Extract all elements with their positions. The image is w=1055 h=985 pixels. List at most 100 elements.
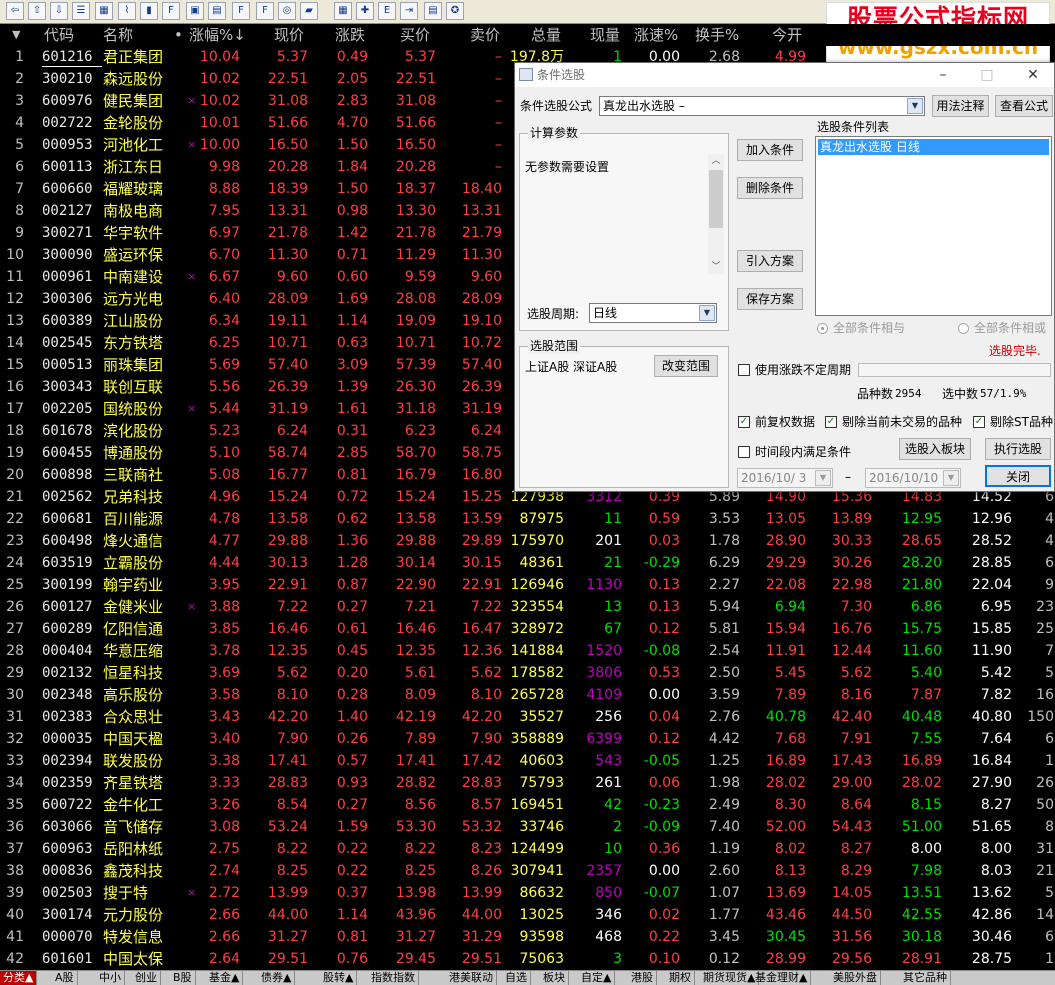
view-formula-button[interactable]: 查看公式 — [995, 95, 1053, 117]
table-row[interactable]: 34 002359 齐星铁塔 3.33 28.83 0.93 28.82 28.83 75793… — [0, 772, 1055, 794]
down-arrow-icon[interactable]: ⇩ — [50, 2, 68, 20]
table-row[interactable]: 36 603066 音飞储存 3.08 53.24 1.59 53.30 53.32 33746… — [0, 816, 1055, 838]
scroll-up-icon[interactable]: ︿ — [708, 154, 724, 168]
col-ask[interactable]: 卖价 — [470, 26, 500, 44]
chevron-down-icon[interactable]: ▼ — [699, 305, 715, 321]
doc-icon[interactable]: ▤ — [208, 2, 226, 20]
table-row[interactable]: 30 002348 高乐股份 3.58 8.10 0.28 8.09 8.10 265728 41… — [0, 684, 1055, 706]
table-icon[interactable]: ▦ — [334, 2, 352, 20]
params-scrollbar[interactable]: ︿ ﹀ — [708, 154, 724, 274]
condition-list[interactable]: 真龙出水选股 日线 — [815, 136, 1052, 316]
list-icon[interactable]: ☰ — [72, 2, 90, 20]
fig-icon[interactable]: ▣ — [186, 2, 204, 20]
table-row[interactable]: 29 002132 恒星科技 3.69 5.62 0.20 5.61 5.62 178582 38… — [0, 662, 1055, 684]
date-to-field[interactable]: 2016/10/10 ▼ — [865, 468, 961, 488]
usage-notes-button[interactable]: 用法注释 — [932, 95, 989, 117]
line-chart-icon[interactable]: ⌇ — [118, 2, 136, 20]
tab-17[interactable]: 美股外盘 — [830, 971, 881, 985]
tab-9[interactable]: 港美联动 — [446, 971, 497, 985]
table-row[interactable]: 37 600963 岳阳林纸 2.75 8.22 0.22 8.22 8.23 124499 10… — [0, 838, 1055, 860]
radio-or[interactable] — [958, 323, 969, 334]
col-name[interactable]: 名称 — [103, 26, 133, 44]
up-arrow-icon[interactable]: ⇧ — [28, 2, 46, 20]
tab-8[interactable]: 指数指数 — [368, 971, 419, 985]
col-volume[interactable]: 总量 — [531, 26, 561, 44]
tab-15[interactable]: 期货现货▲ — [700, 971, 760, 985]
tab-12[interactable]: 自定▲ — [578, 971, 616, 985]
grid-icon[interactable]: ▦ — [95, 2, 113, 20]
table-row[interactable]: 38 000836 鑫茂科技 2.74 8.25 0.22 8.25 8.26 307941 23… — [0, 860, 1055, 882]
table-row[interactable]: 24 603519 立霸股份 4.44 30.13 1.28 30.14 30.15 48361… — [0, 552, 1055, 574]
col-bid[interactable]: 买价 — [400, 26, 430, 44]
tab-14[interactable]: 期权 — [666, 971, 695, 985]
table-row[interactable]: 23 600498 烽火通信 4.77 29.88 1.36 29.88 29.89 17597… — [0, 530, 1055, 552]
col-open[interactable]: 今开 — [772, 26, 802, 44]
exclude-st-checkbox[interactable]: ✓ — [973, 416, 985, 428]
table-row[interactable]: 26 600127 金健米业 × 3.88 7.22 0.27 7.21 7.22 323554 1… — [0, 596, 1055, 618]
execute-button[interactable]: 执行选股 — [985, 438, 1051, 460]
col-turnover[interactable]: 换手% — [695, 26, 739, 44]
f10-icon[interactable]: F — [162, 2, 180, 20]
formula-select[interactable]: 真龙出水选股 – ▼ — [599, 96, 925, 116]
prev-rights-checkbox[interactable]: ✓ — [738, 416, 750, 428]
table-row[interactable]: 35 600722 金牛化工 3.26 8.54 0.27 8.56 8.57 169451 42… — [0, 794, 1055, 816]
kline-icon[interactable]: ▮ — [140, 2, 158, 20]
add-to-block-button[interactable]: 选股入板块 — [899, 438, 971, 460]
col-code[interactable]: 代码 — [44, 26, 74, 44]
table-row[interactable]: 27 600289 亿阳信通 3.85 16.46 0.61 16.46 16.47 32897… — [0, 618, 1055, 640]
dialog-titlebar[interactable]: 条件选股 – □ ✕ — [515, 63, 1054, 87]
circle-icon[interactable]: ◎ — [278, 2, 296, 20]
col-change[interactable]: 涨跌 — [335, 26, 365, 44]
close-button[interactable]: 关闭 — [985, 465, 1051, 487]
radio-and[interactable] — [817, 323, 828, 334]
scroll-down-icon[interactable]: ﹀ — [708, 260, 724, 274]
table-row[interactable]: 28 000404 华意压缩 3.78 12.35 0.45 12.35 12.36 14188… — [0, 640, 1055, 662]
tab-6[interactable]: 债券▲ — [258, 971, 296, 985]
tab-5[interactable]: 基金▲ — [206, 971, 244, 985]
table-row[interactable]: 42 601601 中国太保 2.64 29.51 0.76 29.45 29.51 75063… — [0, 948, 1055, 970]
folder-icon[interactable]: ▰ — [300, 2, 318, 20]
tab-7[interactable]: 股转▲ — [320, 971, 358, 985]
table-row[interactable]: 39 002503 搜于特 × 2.72 13.99 0.37 13.98 13.99 86632… — [0, 882, 1055, 904]
table-row[interactable]: 33 002394 联发股份 3.38 17.41 0.57 17.41 17.42 40603… — [0, 750, 1055, 772]
expand-icon[interactable]: ✚ — [356, 2, 374, 20]
tab-2[interactable]: 中小 — [96, 971, 125, 985]
table-row[interactable]: 25 300199 翰宇药业 3.95 22.91 0.87 22.90 22.91 12694… — [0, 574, 1055, 596]
table-row[interactable]: 41 000070 特发信息 2.66 31.27 0.81 31.27 31.29 93598… — [0, 926, 1055, 948]
back-arrow-icon[interactable]: ⇦ — [6, 2, 24, 20]
table-row[interactable]: 32 000035 中国天楹 3.40 7.90 0.26 7.89 7.90 358889 63… — [0, 728, 1055, 750]
date-from-field[interactable]: 2016/10/ 3 ▼ — [737, 468, 833, 488]
sort-menu-icon[interactable]: ▼ — [12, 26, 20, 44]
exclude-suspend-checkbox[interactable]: ✓ — [825, 416, 837, 428]
f10b-icon[interactable]: F — [256, 2, 274, 20]
tab-3[interactable]: 创业 — [132, 971, 161, 985]
tab-0[interactable]: 分类▲ — [0, 971, 38, 985]
period-select[interactable]: 日线 ▼ — [589, 303, 717, 323]
settings-icon[interactable]: ✪ — [446, 2, 464, 20]
export-icon[interactable]: ⇥ — [400, 2, 418, 20]
table-row[interactable]: 31 002383 合众思壮 3.43 42.20 1.40 42.19 42.20 35527… — [0, 706, 1055, 728]
tab-18[interactable]: 其它品种 — [900, 971, 951, 985]
save-scheme-button[interactable]: 保存方案 — [737, 288, 803, 310]
minimize-button[interactable]: – — [929, 66, 957, 84]
change-range-button[interactable]: 改变范围 — [654, 355, 718, 377]
maximize-button[interactable]: □ — [973, 66, 1001, 84]
col-price[interactable]: 现价 — [274, 26, 304, 44]
f12-icon[interactable]: F — [232, 2, 250, 20]
chevron-down-icon[interactable]: ▼ — [815, 470, 831, 486]
close-icon[interactable]: ✕ — [1019, 66, 1047, 84]
etf-icon[interactable]: E — [378, 2, 396, 20]
tab-16[interactable]: 基金理财▲ — [752, 971, 812, 985]
tab-4[interactable]: B股 — [170, 971, 196, 985]
tab-1[interactable]: A股 — [52, 971, 78, 985]
table-row[interactable]: 22 600681 百川能源 4.78 13.58 0.62 13.58 13.59 87975… — [0, 508, 1055, 530]
time-range-checkbox[interactable] — [738, 446, 750, 458]
condition-list-item[interactable]: 真龙出水选股 日线 — [818, 139, 1049, 155]
add-condition-button[interactable]: 加入条件 — [737, 139, 803, 161]
chevron-down-icon[interactable]: ▼ — [907, 98, 923, 114]
tab-13[interactable]: 港股 — [628, 971, 657, 985]
delete-condition-button[interactable]: 删除条件 — [737, 177, 803, 199]
chevron-down-icon[interactable]: ▼ — [943, 470, 959, 486]
tab-10[interactable]: 自选 — [502, 971, 531, 985]
col-cur-volume[interactable]: 现量 — [590, 26, 620, 44]
